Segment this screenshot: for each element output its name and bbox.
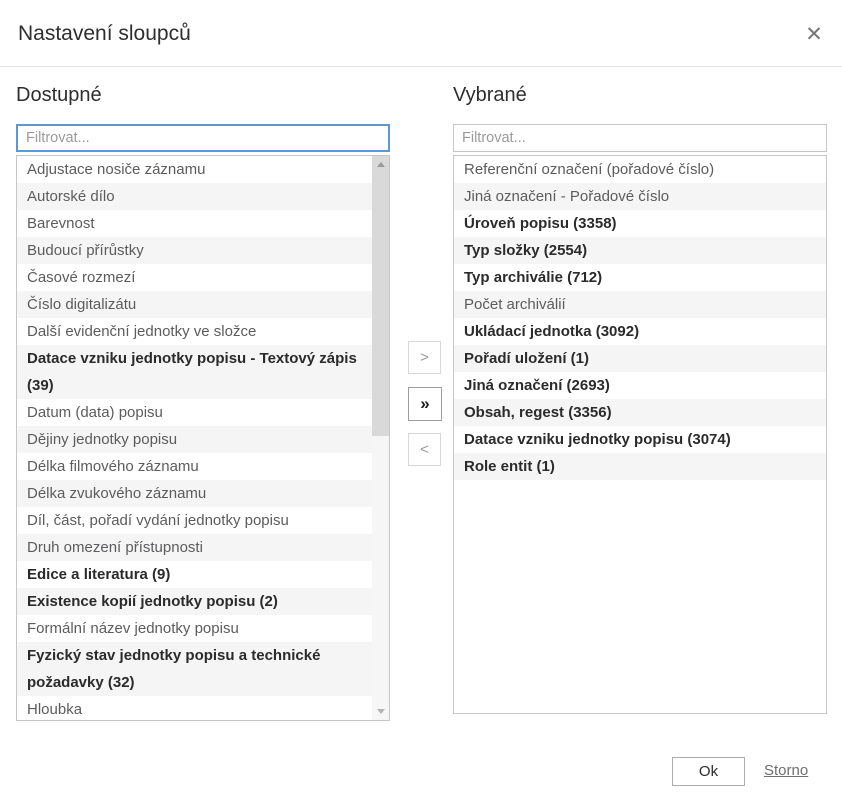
list-item[interactable]: Číslo digitalizátu [17,291,372,318]
list-item[interactable]: Délka filmového záznamu [17,453,372,480]
list-item[interactable]: Datum (data) popisu [17,399,372,426]
list-item[interactable]: Referenční označení (pořadové číslo) [454,156,826,183]
list-item[interactable]: Druh omezení přístupnosti [17,534,372,561]
move-all-right-button[interactable]: » [408,387,442,421]
list-item[interactable]: Role entit (1) [454,453,826,480]
available-list-scrollbar[interactable] [372,156,389,720]
selected-filter-input[interactable] [453,124,827,152]
list-item[interactable]: Autorské dílo [17,183,372,210]
list-item[interactable]: Fyzický stav jednotky popisu a technické… [17,642,372,696]
list-item[interactable]: Díl, část, pořadí vydání jednotky popisu [17,507,372,534]
list-item[interactable]: Datace vzniku jednotky popisu - Textový … [17,345,372,399]
list-item[interactable]: Typ archiválie (712) [454,264,826,291]
list-item[interactable]: Barevnost [17,210,372,237]
list-item[interactable]: Datace vzniku jednotky popisu (3074) [454,426,826,453]
list-item[interactable]: Formální název jednotky popisu [17,615,372,642]
list-item[interactable]: Délka zvukového záznamu [17,480,372,507]
list-item[interactable]: Časové rozmezí [17,264,372,291]
scrollbar-thumb[interactable] [372,156,389,436]
list-item[interactable]: Hloubka [17,696,372,720]
header-divider [0,66,842,67]
scroll-up-icon[interactable] [372,156,389,173]
list-item[interactable]: Edice a literatura (9) [17,561,372,588]
dialog-title: Nastavení sloupců [18,22,191,46]
list-item[interactable]: Další evidenční jednotky ve složce [17,318,372,345]
list-item[interactable]: Typ složky (2554) [454,237,826,264]
scroll-down-icon[interactable] [372,703,389,720]
selected-list: Referenční označení (pořadové číslo)Jiná… [453,155,827,714]
ok-button[interactable]: Ok [672,757,745,786]
move-right-button[interactable]: > [408,341,441,374]
list-item[interactable]: Budoucí přírůstky [17,237,372,264]
list-item[interactable]: Ukládací jednotka (3092) [454,318,826,345]
move-left-button[interactable]: < [408,433,441,466]
list-item[interactable]: Adjustace nosiče záznamu [17,156,372,183]
available-filter-input[interactable] [16,124,390,152]
available-heading: Dostupné [16,84,102,107]
list-item[interactable]: Obsah, regest (3356) [454,399,826,426]
list-item[interactable]: Jiná označení (2693) [454,372,826,399]
available-list: Adjustace nosiče záznamuAutorské díloBar… [16,155,390,721]
storno-link[interactable]: Storno [764,762,808,779]
list-item[interactable]: Existence kopií jednotky popisu (2) [17,588,372,615]
selected-list-rows: Referenční označení (pořadové číslo)Jiná… [454,156,826,713]
list-item[interactable]: Jiná označení - Pořadové číslo [454,183,826,210]
list-item[interactable]: Dějiny jednotky popisu [17,426,372,453]
list-item[interactable]: Počet archiválií [454,291,826,318]
selected-heading: Vybrané [453,84,527,107]
close-icon[interactable]: ✕ [799,20,829,50]
column-settings-dialog: Nastavení sloupců ✕ Dostupné Vybrané Adj… [0,0,842,802]
list-item[interactable]: Pořadí uložení (1) [454,345,826,372]
list-item[interactable]: Úroveň popisu (3358) [454,210,826,237]
available-list-rows: Adjustace nosiče záznamuAutorské díloBar… [17,156,372,720]
